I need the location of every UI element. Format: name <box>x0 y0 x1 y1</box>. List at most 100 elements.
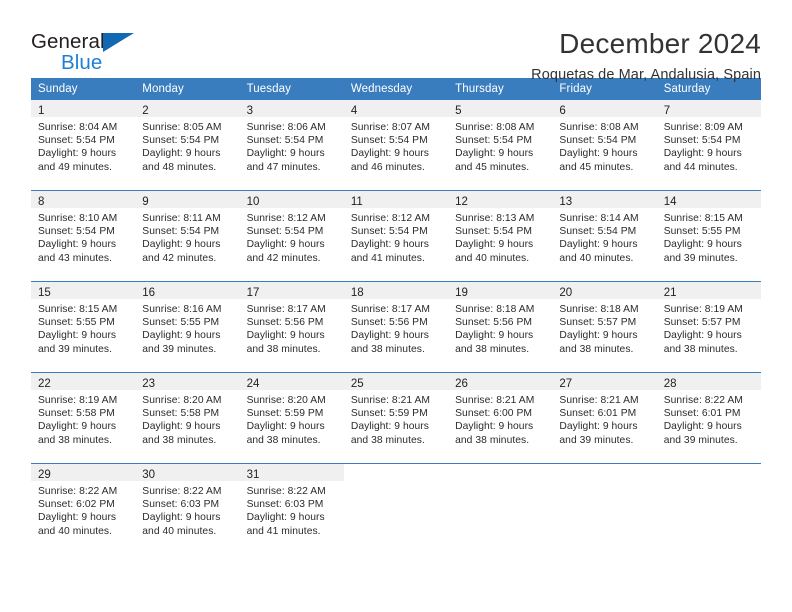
sunset-text: Sunset: 6:02 PM <box>38 499 115 511</box>
day-cell-23[interactable]: 23 Sunrise: 8:20 AM Sunset: 5:58 PM Dayligh… <box>135 373 240 463</box>
day-cell-15[interactable]: 15 Sunrise: 8:15 AM Sunset: 5:55 PM Dayligh… <box>31 282 136 372</box>
day-cell-3[interactable]: 3 Sunrise: 8:06 AM Sunset: 5:54 PM Daylight… <box>239 100 344 190</box>
calendar-week-row: 22 Sunrise: 8:19 AM Sunset: 5:58 PM Dayligh… <box>31 372 761 464</box>
calendar-cell: 18 Sunrise: 8:17 AM Sunset: 5:56 PM Dayligh… <box>343 281 449 373</box>
day-number: 2 <box>142 105 149 117</box>
day-cell-22[interactable]: 22 Sunrise: 8:19 AM Sunset: 5:58 PM Dayligh… <box>31 373 136 463</box>
generalblue-logo[interactable]: General Blue <box>31 28 156 80</box>
day-number: 16 <box>142 287 156 299</box>
daylight-text: and 38 minutes. <box>142 434 217 446</box>
daylight-text: Daylight: 9 hours <box>38 512 117 524</box>
daylight-text: Daylight: 9 hours <box>350 421 429 433</box>
sunset-text: Sunset: 5:59 PM <box>350 408 428 420</box>
day-cell-13[interactable]: 13 Sunrise: 8:14 AM Sunset: 5:54 PM Dayligh… <box>552 191 657 281</box>
day-number-band <box>657 464 761 481</box>
day-number-band: 5 <box>448 100 553 117</box>
day-cell-30[interactable]: 30 Sunrise: 8:22 AM Sunset: 6:03 PM Dayligh… <box>135 464 240 554</box>
day-cell-18[interactable]: 18 Sunrise: 8:17 AM Sunset: 5:56 PM Dayligh… <box>343 282 449 372</box>
daylight-text: and 41 minutes. <box>246 525 321 537</box>
sunrise-text: Sunrise: 8:22 AM <box>663 395 743 406</box>
day-number-band: 23 <box>135 373 240 390</box>
day-cell-28[interactable]: 28 Sunrise: 8:22 AM Sunset: 6:01 PM Dayligh… <box>656 373 761 463</box>
day-number-band: 14 <box>656 191 761 208</box>
day-cell-19[interactable]: 19 Sunrise: 8:18 AM Sunset: 5:56 PM Dayligh… <box>448 282 553 372</box>
calendar-cell: 27 Sunrise: 8:21 AM Sunset: 6:01 PM Dayligh… <box>552 372 657 464</box>
sunrise-text: Sunrise: 8:18 AM <box>559 304 639 315</box>
daylight-text: Daylight: 9 hours <box>246 239 325 251</box>
daylight-text: and 39 minutes. <box>559 434 634 446</box>
sunrise-text: Sunrise: 8:20 AM <box>142 395 222 406</box>
sunset-text: Sunset: 5:54 PM <box>246 226 324 238</box>
day-cell-empty <box>448 464 552 554</box>
daylight-text: and 43 minutes. <box>38 252 113 264</box>
calendar-cell: 28 Sunrise: 8:22 AM Sunset: 6:01 PM Dayligh… <box>656 372 761 464</box>
sunrise-text: Sunrise: 8:13 AM <box>455 213 535 224</box>
day-number-band <box>552 464 656 481</box>
day-cell-21[interactable]: 21 Sunrise: 8:19 AM Sunset: 5:57 PM Dayligh… <box>656 282 761 372</box>
calendar-cell <box>552 463 657 554</box>
day-cell-2[interactable]: 2 Sunrise: 8:05 AM Sunset: 5:54 PM Daylight… <box>135 100 240 190</box>
day-detail-lines: Sunrise: 8:17 AM Sunset: 5:56 PM Daylight:… <box>240 299 344 356</box>
daylight-text: Daylight: 9 hours <box>663 148 742 160</box>
daylight-text: and 38 minutes. <box>455 434 530 446</box>
weekday-header-tuesday: Tuesday <box>239 78 344 100</box>
day-cell-27[interactable]: 27 Sunrise: 8:21 AM Sunset: 6:01 PM Dayligh… <box>552 373 657 463</box>
day-cell-31[interactable]: 31 Sunrise: 8:22 AM Sunset: 6:03 PM Dayligh… <box>239 464 344 554</box>
calendar-cell: 4 Sunrise: 8:07 AM Sunset: 5:54 PM Daylight… <box>343 100 449 191</box>
day-number-band: 2 <box>135 100 240 117</box>
day-cell-17[interactable]: 17 Sunrise: 8:17 AM Sunset: 5:56 PM Dayligh… <box>239 282 344 372</box>
sunset-text: Sunset: 5:56 PM <box>455 317 533 329</box>
day-cell-10[interactable]: 10 Sunrise: 8:12 AM Sunset: 5:54 PM Dayligh… <box>239 191 344 281</box>
daylight-text: Daylight: 9 hours <box>663 239 742 251</box>
daylight-text: Daylight: 9 hours <box>142 512 221 524</box>
day-cell-7[interactable]: 7 Sunrise: 8:09 AM Sunset: 5:54 PM Daylight… <box>656 100 761 190</box>
day-detail-lines: Sunrise: 8:15 AM Sunset: 5:55 PM Daylight:… <box>31 299 135 356</box>
day-cell-6[interactable]: 6 Sunrise: 8:08 AM Sunset: 5:54 PM Daylight… <box>552 100 657 190</box>
day-cell-16[interactable]: 16 Sunrise: 8:16 AM Sunset: 5:55 PM Dayligh… <box>135 282 240 372</box>
day-cell-25[interactable]: 25 Sunrise: 8:21 AM Sunset: 5:59 PM Dayligh… <box>343 373 449 463</box>
day-cell-12[interactable]: 12 Sunrise: 8:13 AM Sunset: 5:54 PM Dayligh… <box>448 191 553 281</box>
day-cell-4[interactable]: 4 Sunrise: 8:07 AM Sunset: 5:54 PM Daylight… <box>343 100 449 190</box>
weekday-header-sunday: Sunday <box>31 78 136 100</box>
day-detail-lines: Sunrise: 8:17 AM Sunset: 5:56 PM Daylight:… <box>344 299 448 356</box>
day-cell-29[interactable]: 29 Sunrise: 8:22 AM Sunset: 6:02 PM Dayligh… <box>31 464 136 554</box>
day-number: 14 <box>663 196 677 208</box>
calendar-cell: 12 Sunrise: 8:13 AM Sunset: 5:54 PM Dayligh… <box>448 190 553 282</box>
day-cell-8[interactable]: 8 Sunrise: 8:10 AM Sunset: 5:54 PM Daylight… <box>31 191 136 281</box>
daylight-text: Daylight: 9 hours <box>350 330 429 342</box>
day-number: 6 <box>559 105 566 117</box>
day-cell-24[interactable]: 24 Sunrise: 8:20 AM Sunset: 5:59 PM Dayligh… <box>239 373 344 463</box>
calendar-cell: 9 Sunrise: 8:11 AM Sunset: 5:54 PM Daylight… <box>135 190 240 282</box>
day-detail-lines: Sunrise: 8:22 AM Sunset: 6:03 PM Daylight:… <box>240 481 344 538</box>
sunrise-text: Sunrise: 8:22 AM <box>246 486 326 497</box>
day-number-band: 8 <box>31 191 136 208</box>
day-detail-lines: Sunrise: 8:13 AM Sunset: 5:54 PM Daylight:… <box>448 208 552 265</box>
sunrise-text: Sunrise: 8:12 AM <box>246 213 326 224</box>
daylight-text: Daylight: 9 hours <box>455 330 534 342</box>
day-cell-14[interactable]: 14 Sunrise: 8:15 AM Sunset: 5:55 PM Dayligh… <box>656 191 761 281</box>
day-cell-9[interactable]: 9 Sunrise: 8:11 AM Sunset: 5:54 PM Daylight… <box>135 191 240 281</box>
day-detail-lines: Sunrise: 8:18 AM Sunset: 5:56 PM Daylight:… <box>448 299 552 356</box>
daylight-text: and 39 minutes. <box>663 252 738 264</box>
calendar-cell: 29 Sunrise: 8:22 AM Sunset: 6:02 PM Dayligh… <box>31 463 136 554</box>
day-cell-5[interactable]: 5 Sunrise: 8:08 AM Sunset: 5:54 PM Daylight… <box>448 100 553 190</box>
day-number-band: 12 <box>448 191 553 208</box>
day-number: 25 <box>350 378 364 390</box>
daylight-text: Daylight: 9 hours <box>455 239 534 251</box>
calendar-page: General Blue December 2024 Roquetas de M… <box>0 0 792 612</box>
calendar-cell: 3 Sunrise: 8:06 AM Sunset: 5:54 PM Daylight… <box>239 100 344 191</box>
daylight-text: Daylight: 9 hours <box>246 148 325 160</box>
day-detail-lines <box>552 481 656 485</box>
daylight-text: and 46 minutes. <box>350 161 425 173</box>
day-cell-26[interactable]: 26 Sunrise: 8:21 AM Sunset: 6:00 PM Dayligh… <box>448 373 553 463</box>
day-number-band <box>448 464 552 481</box>
day-detail-lines: Sunrise: 8:22 AM Sunset: 6:02 PM Daylight:… <box>31 481 135 538</box>
daylight-text: Daylight: 9 hours <box>246 330 325 342</box>
day-cell-20[interactable]: 20 Sunrise: 8:18 AM Sunset: 5:57 PM Dayligh… <box>552 282 657 372</box>
daylight-text: Daylight: 9 hours <box>455 421 534 433</box>
day-cell-11[interactable]: 11 Sunrise: 8:12 AM Sunset: 5:54 PM Dayligh… <box>343 191 449 281</box>
sunrise-text: Sunrise: 8:17 AM <box>350 304 431 315</box>
day-cell-1[interactable]: 1 Sunrise: 8:04 AM Sunset: 5:54 PM Daylight… <box>31 100 136 190</box>
sunrise-text: Sunrise: 8:14 AM <box>559 213 639 224</box>
day-number-band: 1 <box>31 100 136 117</box>
